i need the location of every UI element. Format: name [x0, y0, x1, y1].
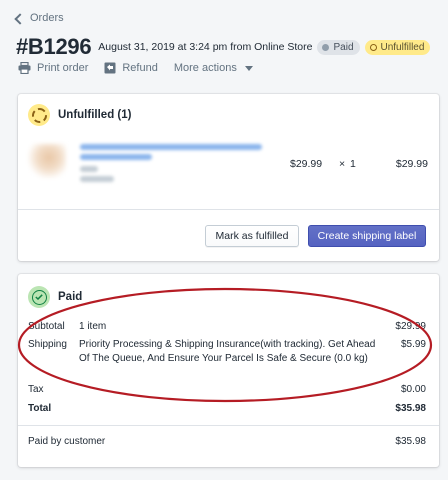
- print-order-button[interactable]: Print order: [18, 62, 88, 74]
- refund-button[interactable]: Refund: [104, 62, 158, 74]
- payment-card: Paid Subtotal 1 item $29.99 Shipping Pri…: [18, 274, 439, 467]
- back-link-label: Orders: [30, 12, 64, 24]
- paid-dot-icon: [322, 43, 330, 51]
- payment-status-badge: Paid: [317, 39, 360, 55]
- subtotal-desc: 1 item: [79, 321, 107, 332]
- check-circle-icon: [28, 286, 50, 308]
- more-actions-button[interactable]: More actions: [174, 62, 253, 74]
- caret-down-icon: [244, 65, 253, 71]
- subtotal-label: Subtotal: [28, 321, 65, 332]
- shipping-value: $5.99: [400, 339, 426, 350]
- print-order-label: Print order: [37, 62, 89, 74]
- chevron-left-icon: [14, 12, 26, 25]
- order-date: August 31, 2019 at 3:24 pm from Online S…: [98, 41, 313, 53]
- payment-card-title: Paid: [58, 291, 83, 303]
- payment-status-label: Paid: [333, 41, 354, 53]
- unfulfilled-card: Unfulfilled (1) $29.99 × 1 $29.99 Mark a…: [18, 94, 439, 261]
- card-divider: [18, 209, 439, 210]
- quantity: 1: [350, 158, 356, 170]
- payment-card-header: Paid: [28, 286, 82, 308]
- fulfillment-status-label: Unfulfilled: [380, 41, 425, 53]
- more-actions-label: More actions: [173, 62, 237, 74]
- line-total: $29.99: [395, 158, 428, 170]
- total-value: $35.98: [395, 403, 426, 414]
- refund-icon: [104, 62, 116, 74]
- fulfillment-status-badge: Unfulfilled: [364, 39, 431, 55]
- mark-as-fulfilled-button[interactable]: Mark as fulfilled: [205, 225, 299, 247]
- back-to-orders-link[interactable]: Orders: [14, 12, 64, 25]
- create-shipping-label-button[interactable]: Create shipping label: [308, 225, 426, 247]
- order-actions: Print order Refund More actions: [18, 62, 253, 74]
- total-label: Total: [28, 403, 52, 414]
- times-sign: ×: [339, 158, 346, 170]
- dashed-circle-icon: [28, 104, 50, 126]
- shipping-label: Shipping: [28, 339, 67, 350]
- unfulfilled-ring-icon: [369, 43, 377, 51]
- tax-value: $0.00: [400, 384, 426, 395]
- order-number: #B1296: [16, 34, 92, 59]
- printer-icon: [18, 62, 31, 74]
- subtotal-value: $29.99: [395, 321, 426, 332]
- paid-by-customer-label: Paid by customer: [28, 436, 106, 447]
- unit-price: $29.99: [290, 158, 323, 170]
- tax-label: Tax: [28, 384, 44, 395]
- unfulfilled-card-header: Unfulfilled (1): [28, 104, 131, 126]
- shipping-desc: Priority Processing & Shipping Insurance…: [79, 339, 376, 364]
- product-name-redacted[interactable]: [80, 140, 270, 182]
- card-divider: [18, 425, 439, 426]
- unfulfilled-card-title: Unfulfilled (1): [58, 109, 132, 121]
- refund-label: Refund: [122, 62, 158, 74]
- product-thumbnail: [28, 144, 66, 178]
- paid-by-customer-value: $35.98: [395, 436, 426, 447]
- order-header: #B1296 August 31, 2019 at 3:24 pm from O…: [16, 34, 431, 60]
- line-item: $29.99 × 1 $29.99: [28, 140, 428, 190]
